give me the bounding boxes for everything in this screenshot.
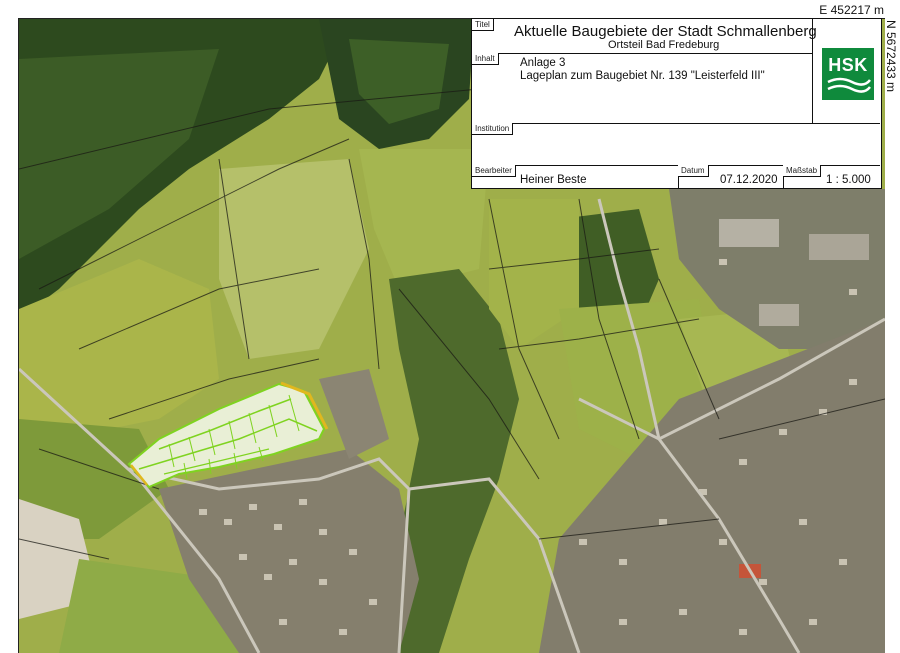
bearbeiter-tag: Bearbeiter [472,165,516,177]
building-center-east [759,304,799,326]
map-subtitle: Ortsteil Bad Fredeburg [608,39,720,51]
easting-label: E 452217 m [819,3,884,17]
building-northeast [809,234,869,260]
logo-divider [812,19,813,123]
datum-value: 07.12.2020 [720,174,778,186]
massstab-tag: Maßstab [783,165,822,177]
inhalt-tag: Inhalt [472,53,499,65]
content-line-2: Lageplan zum Baugebiet Nr. 139 "Leisterf… [520,70,765,82]
hsk-logo-waves-icon [827,77,871,93]
map-title: Aktuelle Baugebiete der Stadt Schmallenb… [514,23,817,40]
titel-tag: Titel [472,19,494,31]
hsk-logo: HSK [822,48,874,100]
building-clinic [719,219,779,247]
massstab-value: 1 : 5.000 [826,174,871,186]
northing-label: N 5672433 m [884,20,898,93]
title-block: Titel Aktuelle Baugebiete der Stadt Schm… [471,18,882,189]
content-line-1: Anlage 3 [520,57,566,69]
bearbeiter-value: Heiner Beste [520,174,587,186]
datum-tag: Datum [678,165,709,177]
divider-1 [472,53,812,54]
institution-tag: Institution [472,123,514,135]
divider-2 [472,123,880,124]
